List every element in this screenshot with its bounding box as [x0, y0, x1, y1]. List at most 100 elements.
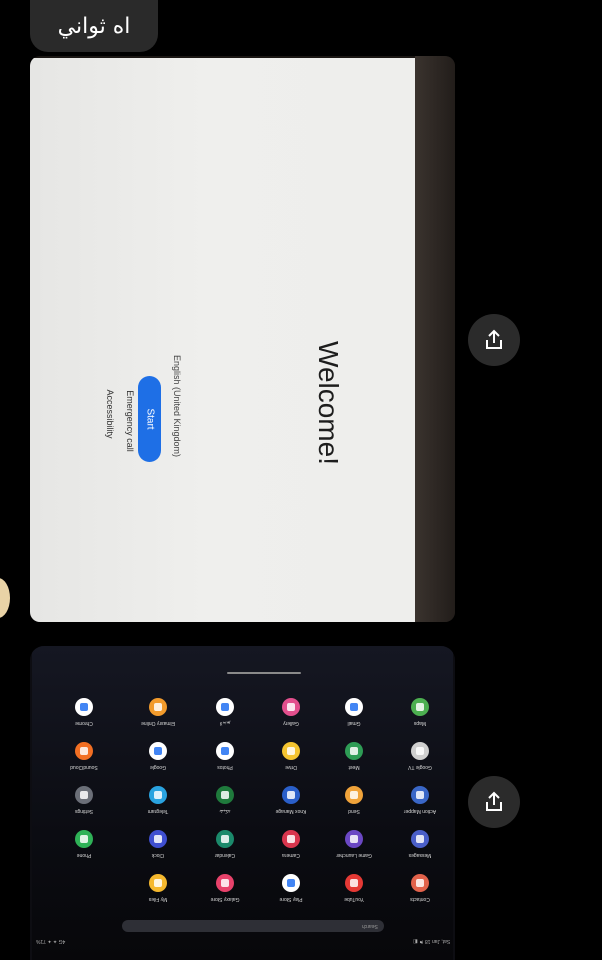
photo-tablet-welcome[interactable]: Welcome! English (United Kingdom) Start … — [30, 56, 455, 622]
app-soundcloud: SoundCloud — [54, 742, 114, 786]
app-elmasry-online: Elmasry Online — [128, 698, 188, 742]
app-label: Contacts — [410, 896, 430, 902]
messages-icon — [411, 830, 429, 848]
play-store-icon — [282, 874, 300, 892]
reply-message-bubble[interactable]: اه ثواني — [30, 0, 158, 52]
action-mapper-icon — [411, 786, 429, 804]
app-label: Phone — [76, 852, 92, 858]
sender-avatar[interactable] — [0, 578, 10, 618]
app-meet: Meet — [324, 742, 384, 786]
elmasry-online-icon — [149, 698, 167, 716]
app-label: Send — [348, 808, 360, 814]
app-telegram: Telegram — [128, 786, 188, 830]
share-button-photo1[interactable] — [468, 314, 520, 366]
app-label: My Files — [148, 896, 168, 902]
app-label: Chrome — [75, 720, 93, 726]
app-label: Elmasry Online — [141, 720, 175, 726]
app-icon — [216, 698, 234, 716]
app-label: Galaxy Store — [210, 896, 240, 902]
app-label: SoundCloud — [70, 764, 98, 770]
app-label: Knox Manage — [275, 808, 307, 814]
reply-message-text: اه ثواني — [57, 13, 131, 39]
app-play-store: Play Store — [261, 874, 321, 918]
telegram-icon — [149, 786, 167, 804]
share-button-photo2[interactable] — [468, 776, 520, 828]
drive-icon — [282, 742, 300, 760]
app-google-tv: Google TV — [390, 742, 450, 786]
app-messages: Messages — [390, 830, 450, 874]
app-drawer-screen: Maps Google TV Action Mapper Messages Contac… — [32, 646, 453, 960]
app-label: Google — [149, 764, 167, 770]
app-camera: Camera — [261, 830, 321, 874]
tablet-screen: Welcome! English (United Kingdom) Start … — [30, 58, 415, 622]
app-phone: Phone — [54, 830, 114, 874]
app-maps: Maps — [390, 698, 450, 742]
app-youtube: YouTube — [324, 874, 384, 918]
app-label: شبكة — [219, 808, 231, 814]
app-label: Drive — [285, 764, 297, 770]
photo-app-drawer[interactable]: Maps Google TV Action Mapper Messages Contac… — [30, 646, 455, 960]
app-photos: Photos — [195, 742, 255, 786]
app-google: Google — [128, 742, 188, 786]
game-launcher-icon — [345, 830, 363, 848]
app-label: Game Launcher — [336, 852, 372, 858]
app-gallery: Gallery — [261, 698, 321, 742]
app-label: Maps — [413, 720, 427, 726]
gallery-icon — [282, 698, 300, 716]
app-knox-manage: Knox Manage — [261, 786, 321, 830]
app-app: لابديو — [195, 698, 255, 742]
camera-icon — [282, 830, 300, 848]
app-label: Meet — [348, 764, 360, 770]
app-action-mapper: Action Mapper — [390, 786, 450, 830]
google-icon — [149, 742, 167, 760]
knox-manage-icon — [282, 786, 300, 804]
app-label: Clock — [151, 852, 165, 858]
my-files-icon — [149, 874, 167, 892]
app-label: Telegram — [147, 808, 169, 814]
calendar-icon — [216, 830, 234, 848]
app-clock: Clock — [128, 830, 188, 874]
app-calendar: Calendar — [195, 830, 255, 874]
photos-icon — [216, 742, 234, 760]
galaxy-store-icon — [216, 874, 234, 892]
settings-icon — [75, 786, 93, 804]
app-label: Google TV — [408, 764, 432, 770]
contacts-icon — [411, 874, 429, 892]
clock-icon — [149, 830, 167, 848]
chrome-icon — [75, 698, 93, 716]
app-settings: Settings — [54, 786, 114, 830]
start-button: Start — [138, 376, 161, 462]
share-icon — [486, 791, 502, 811]
app-contacts: Contacts — [390, 874, 450, 918]
app-label: YouTube — [344, 896, 364, 902]
app-label: Gmail — [347, 720, 361, 726]
status-bar-left: 4G ✦ ✦ 71% — [36, 938, 66, 944]
app-label: Photos — [217, 764, 233, 770]
app-game-launcher: Game Launcher — [324, 830, 384, 874]
meet-icon — [345, 742, 363, 760]
app-send: Send — [324, 786, 384, 830]
drawer-handle — [227, 672, 301, 674]
search-bar: Search — [122, 920, 384, 932]
app-drive: Drive — [261, 742, 321, 786]
app-label: Messages — [408, 852, 432, 858]
maps-icon — [411, 698, 429, 716]
status-bar-right: Sat, Jan 18 ⚑ ◧ — [412, 938, 450, 944]
phone-icon — [75, 830, 93, 848]
app-label: لابديو — [219, 720, 231, 726]
soundcloud-icon — [75, 742, 93, 760]
app-label: Settings — [74, 808, 94, 814]
app-my-files: My Files — [128, 874, 188, 918]
send-icon — [345, 786, 363, 804]
app-app: شبكة — [195, 786, 255, 830]
youtube-icon — [345, 874, 363, 892]
chat-screen: اه ثواني Welcome! English (United Kingdo… — [0, 0, 602, 960]
share-icon — [486, 329, 502, 349]
tablet-bezel — [415, 56, 455, 622]
app-label: Action Mapper — [403, 808, 437, 814]
app-icon — [216, 786, 234, 804]
app-label: Play Store — [279, 896, 303, 902]
app-label: Calendar — [214, 852, 236, 858]
app-label: Camera — [282, 852, 300, 858]
gmail-icon — [345, 698, 363, 716]
